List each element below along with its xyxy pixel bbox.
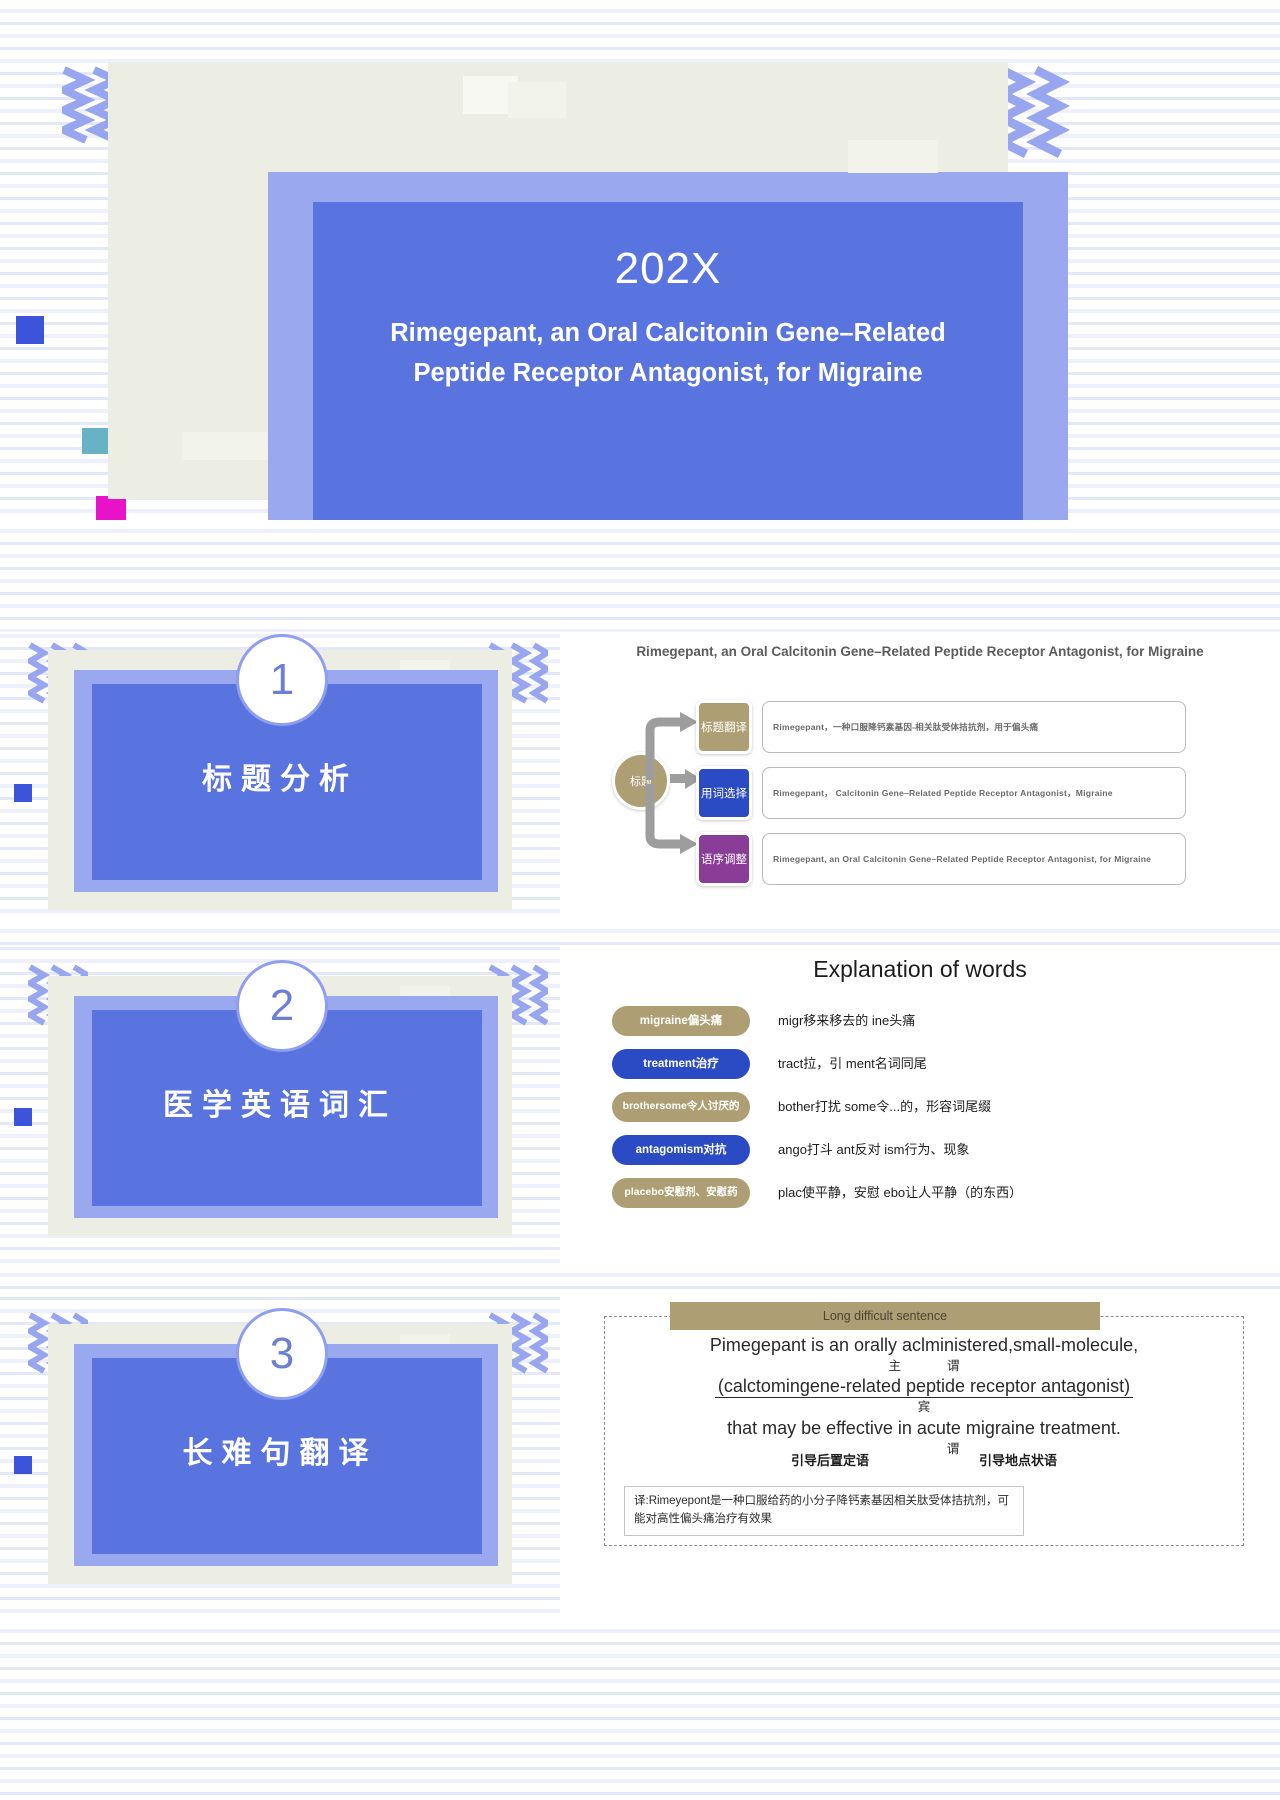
arrow-down-icon — [642, 780, 702, 856]
section-number-3: 3 — [236, 1308, 328, 1400]
stripe-band — [0, 1264, 1280, 1290]
section-number-2: 2 — [236, 960, 328, 1052]
grammar-mark-predicate: 谓 — [947, 1358, 960, 1373]
grammar-mark-object: 宾 — [917, 1400, 931, 1414]
stripe-band — [0, 520, 1280, 632]
diagram-text-box: Rimegepant，一种口服降钙素基因-相关肽受体拮抗剂，用于偏头痛 — [762, 701, 1186, 753]
page-title: Rimegepant, an Oral Calcitonin Gene–Rela… — [390, 319, 946, 387]
diagram-row-text: Rimegepant，一种口服降钙素基因-相关肽受体拮抗剂，用于偏头痛 — [773, 721, 1039, 732]
long-sentence-header: Long difficult sentence — [670, 1302, 1100, 1330]
grammar-mark-subject: 主 — [888, 1358, 901, 1373]
explanation-panel: Explanation of words migraine偏头痛 migr移来移… — [560, 946, 1280, 1264]
diagram-text-box: Rimegepant， Calcitonin Gene–Related Pept… — [762, 767, 1186, 819]
word-pill-brothersome[interactable]: brothersome令人讨厌的 — [612, 1092, 750, 1122]
grammar-tag-row: 引导后置定语 引导地点状语 — [604, 1450, 1244, 1469]
word-list-item: placebo安慰剂、安慰药 plac使平静，安慰 ebo让人平静（的东西） — [612, 1178, 1272, 1211]
long-sentence-body: Pimegepant is an orally aclministered,sm… — [604, 1334, 1244, 1458]
year-label: 202X — [614, 244, 722, 293]
word-definition: tract拉，引 ment名词同尾 — [778, 1056, 927, 1071]
word-pill-placebo[interactable]: placebo安慰剂、安慰药 — [612, 1178, 750, 1208]
stripe-band — [0, 920, 1280, 946]
word-definition: ango打斗 ant反对 ism行为、现象 — [778, 1142, 970, 1157]
diagram-row: 用词选择 Rimegepant， Calcitonin Gene–Related… — [696, 766, 1256, 820]
section-number-1: 1 — [236, 634, 328, 726]
section-card-left-2: 2 医学英语词汇 — [0, 946, 560, 1264]
sentence-line-1: Pimegepant is an orally aclministered,sm… — [709, 1335, 1139, 1355]
slide-section-1: 1 标题分析 Rimegepant, an Oral Calcitonin Ge… — [0, 632, 1280, 932]
section-label-3: 长难句翻译 — [182, 1437, 378, 1470]
grammar-tag-attributive: 引导后置定语 — [790, 1453, 869, 1468]
word-list-item: brothersome令人讨厌的 bother打扰 some令...的，形容词尾… — [612, 1092, 1272, 1125]
diagram-title: Rimegepant, an Oral Calcitonin Gene–Rela… — [636, 644, 1204, 659]
word-definition: migr移来移去的 ine头痛 — [778, 1013, 916, 1028]
diagram-row-text: Rimegepant， Calcitonin Gene–Related Pept… — [773, 787, 1113, 798]
word-pill-treatment[interactable]: treatment治疗 — [612, 1049, 750, 1079]
word-list-item: antagomism对抗 ango打斗 ant反对 ism行为、现象 — [612, 1135, 1272, 1168]
decor-block — [182, 432, 270, 460]
word-definition: plac使平静，安慰 ebo让人平静（的东西） — [778, 1185, 1023, 1200]
title-blue-panel: 202X Rimegepant, an Oral Calcitonin Gene… — [313, 202, 1023, 520]
slide-section-2: 2 医学英语词汇 Explanation of words migraine偏头… — [0, 946, 1280, 1264]
decor-block — [848, 140, 938, 173]
sentence-line-2: (calctomingene-related peptide receptor … — [714, 1375, 1134, 1398]
decor-square — [82, 428, 108, 454]
title-card: 202X Rimegepant, an Oral Calcitonin Gene… — [108, 62, 1068, 532]
diagram-tag-title-translation[interactable]: 标题翻译 — [696, 700, 752, 754]
long-sentence-panel: Long difficult sentence Pimegepant is an… — [560, 1290, 1280, 1620]
section-card-left-3: 3 长难句翻译 — [0, 1290, 560, 1620]
section-label-1: 标题分析 — [202, 763, 358, 796]
word-pill-migraine[interactable]: migraine偏头痛 — [612, 1006, 750, 1036]
grammar-tag-adverbial: 引导地点状语 — [979, 1453, 1058, 1468]
section-card-left-1: 1 标题分析 — [0, 632, 560, 932]
stripe-band — [0, 1620, 1280, 1800]
word-list-item: treatment治疗 tract拉，引 ment名词同尾 — [612, 1049, 1272, 1082]
diagram-tag-word-order[interactable]: 语序调整 — [696, 832, 752, 886]
decor-square — [16, 316, 44, 344]
diagram-row: 标题翻译 Rimegepant，一种口服降钙素基因-相关肽受体拮抗剂，用于偏头痛 — [696, 700, 1256, 754]
decor-block — [508, 82, 566, 118]
explanation-title: Explanation of words — [813, 956, 1027, 982]
sentence-line-3: that may be effective in acute migraine … — [727, 1418, 1121, 1438]
slide-section-3: 3 长难句翻译 Long difficult sentence Pimegepa… — [0, 1290, 1280, 1620]
diagram-row: 语序调整 Rimegepant, an Oral Calcitonin Gene… — [696, 832, 1256, 886]
word-definition: bother打扰 some令...的，形容词尾缀 — [778, 1099, 992, 1114]
section-label-2: 医学英语词汇 — [163, 1089, 397, 1122]
diagram-tag-word-choice[interactable]: 用词选择 — [696, 766, 752, 820]
word-list-item: migraine偏头痛 migr移来移去的 ine头痛 — [612, 1006, 1272, 1039]
diagram-text-box: Rimegepant, an Oral Calcitonin Gene–Rela… — [762, 833, 1186, 885]
diagram-panel: Rimegepant, an Oral Calcitonin Gene–Rela… — [560, 632, 1280, 932]
diagram-row-text: Rimegepant, an Oral Calcitonin Gene–Rela… — [773, 853, 1152, 864]
presentation-page: 202X Rimegepant, an Oral Calcitonin Gene… — [0, 0, 1280, 1800]
translation-box: 译:Rimeyepont是一种口服给药的小分子降钙素基因相关肽受体拮抗剂，可能对… — [624, 1486, 1024, 1536]
word-pill-antagomism[interactable]: antagomism对抗 — [612, 1135, 750, 1165]
